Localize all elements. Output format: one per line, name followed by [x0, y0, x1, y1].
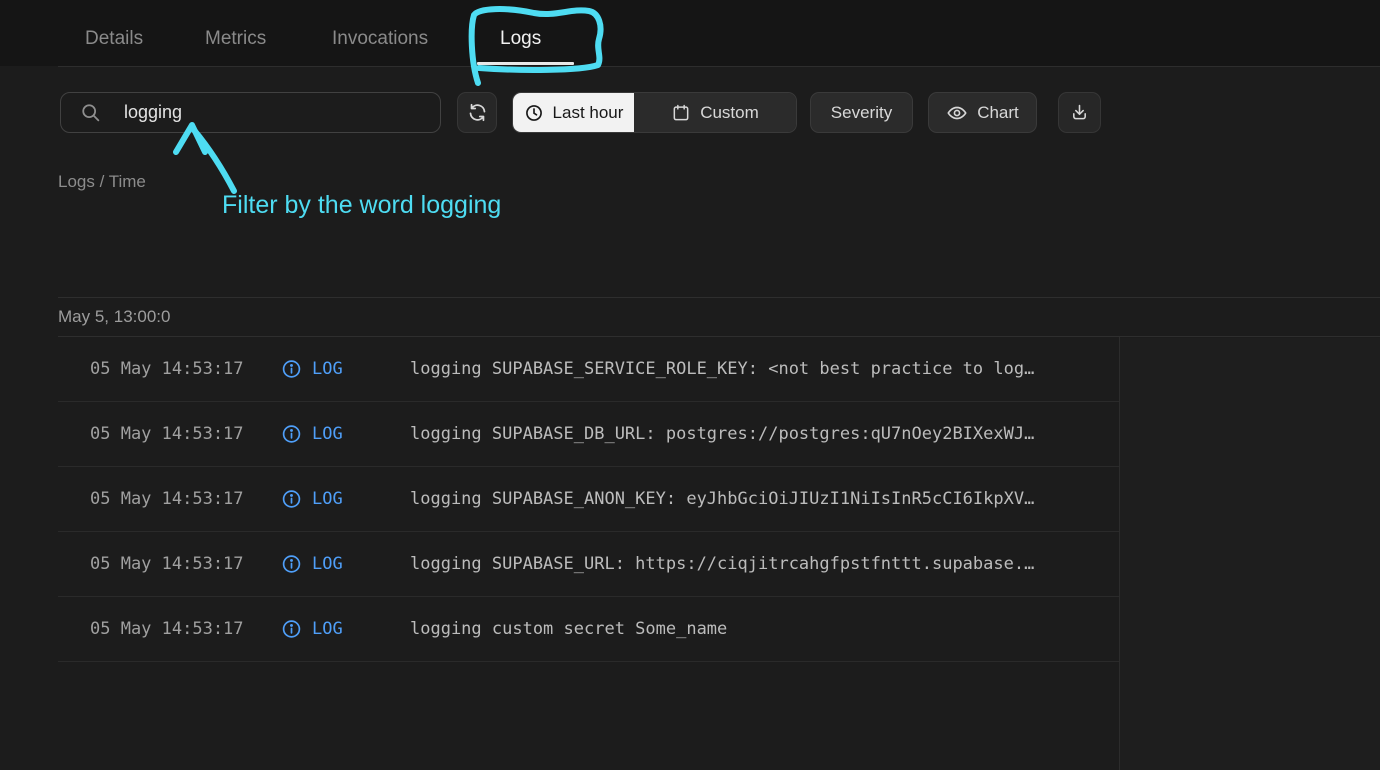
panel-divider — [1119, 337, 1120, 770]
annotation-arrow-stem — [191, 127, 237, 194]
log-timestamp: 05 May 14:53:17 — [90, 424, 244, 444]
log-level-badge: LOG — [312, 554, 343, 574]
clock-icon — [525, 104, 542, 121]
log-message: logging custom secret Some_name — [410, 619, 728, 639]
logs-page: Details Metrics Invocations Logs Last ho… — [0, 0, 1380, 770]
tab-bar-divider — [58, 66, 1380, 67]
annotation-text: Filter by the word logging — [222, 191, 502, 219]
log-group-header-label: May 5, 13:00:0 — [58, 307, 171, 326]
search-input[interactable] — [122, 101, 440, 124]
eye-icon — [947, 106, 967, 119]
log-timestamp: 05 May 14:53:17 — [90, 489, 244, 509]
info-icon — [282, 360, 301, 379]
log-table: 05 May 14:53:17 LOG logging SUPABASE_SER… — [58, 337, 1119, 662]
tab-bar: Details Metrics Invocations Logs — [0, 0, 1380, 66]
log-timestamp: 05 May 14:53:17 — [90, 554, 244, 574]
log-message: logging SUPABASE_DB_URL: postgres://post… — [410, 424, 1035, 444]
log-message: logging SUPABASE_URL: https://ciqjitrcah… — [410, 554, 1035, 574]
log-search-box — [60, 92, 441, 133]
info-icon — [282, 425, 301, 444]
log-message: logging SUPABASE_SERVICE_ROLE_KEY: <not … — [410, 359, 1035, 379]
log-detail-panel — [1120, 338, 1380, 770]
refresh-icon — [469, 103, 485, 122]
refresh-button[interactable] — [457, 92, 497, 133]
calendar-icon — [673, 104, 689, 120]
search-icon — [82, 104, 100, 122]
log-level-badge: LOG — [312, 359, 343, 379]
log-group-header: May 5, 13:00:0 — [58, 297, 1380, 337]
time-range-group: Last hour Custom — [512, 92, 797, 133]
log-row[interactable]: 05 May 14:53:17 LOG logging SUPABASE_DB_… — [58, 402, 1119, 467]
tab-details[interactable]: Details — [85, 0, 143, 72]
info-icon — [282, 490, 301, 509]
log-row[interactable]: 05 May 14:53:17 LOG logging SUPABASE_URL… — [58, 532, 1119, 597]
tab-invocations[interactable]: Invocations — [332, 0, 428, 72]
log-level-badge: LOG — [312, 424, 343, 444]
time-range-last-hour-button[interactable]: Last hour — [513, 93, 634, 132]
time-range-label: Last hour — [552, 102, 624, 122]
log-message: logging SUPABASE_ANON_KEY: eyJhbGciOiJIU… — [410, 489, 1035, 509]
log-row[interactable]: 05 May 14:53:17 LOG logging SUPABASE_SER… — [58, 337, 1119, 402]
active-tab-indicator — [477, 62, 574, 65]
time-range-custom-button[interactable]: Custom — [634, 93, 796, 132]
info-icon — [282, 620, 301, 639]
breadcrumb: Logs / Time — [58, 172, 146, 191]
log-timestamp: 05 May 14:53:17 — [90, 619, 244, 639]
chart-label: Chart — [977, 102, 1019, 122]
custom-range-label: Custom — [700, 102, 759, 122]
severity-filter-button[interactable]: Severity — [810, 92, 913, 133]
log-row[interactable]: 05 May 14:53:17 LOG logging SUPABASE_ANO… — [58, 467, 1119, 532]
download-logs-button[interactable] — [1058, 92, 1101, 133]
tab-metrics[interactable]: Metrics — [205, 0, 266, 72]
severity-label: Severity — [830, 102, 893, 122]
log-level-badge: LOG — [312, 489, 343, 509]
log-row[interactable]: 05 May 14:53:17 LOG logging custom secre… — [58, 597, 1119, 662]
log-timestamp: 05 May 14:53:17 — [90, 359, 244, 379]
download-icon — [1073, 104, 1086, 120]
log-level-badge: LOG — [312, 619, 343, 639]
chart-toggle-button[interactable]: Chart — [928, 92, 1037, 133]
info-icon — [282, 555, 301, 574]
